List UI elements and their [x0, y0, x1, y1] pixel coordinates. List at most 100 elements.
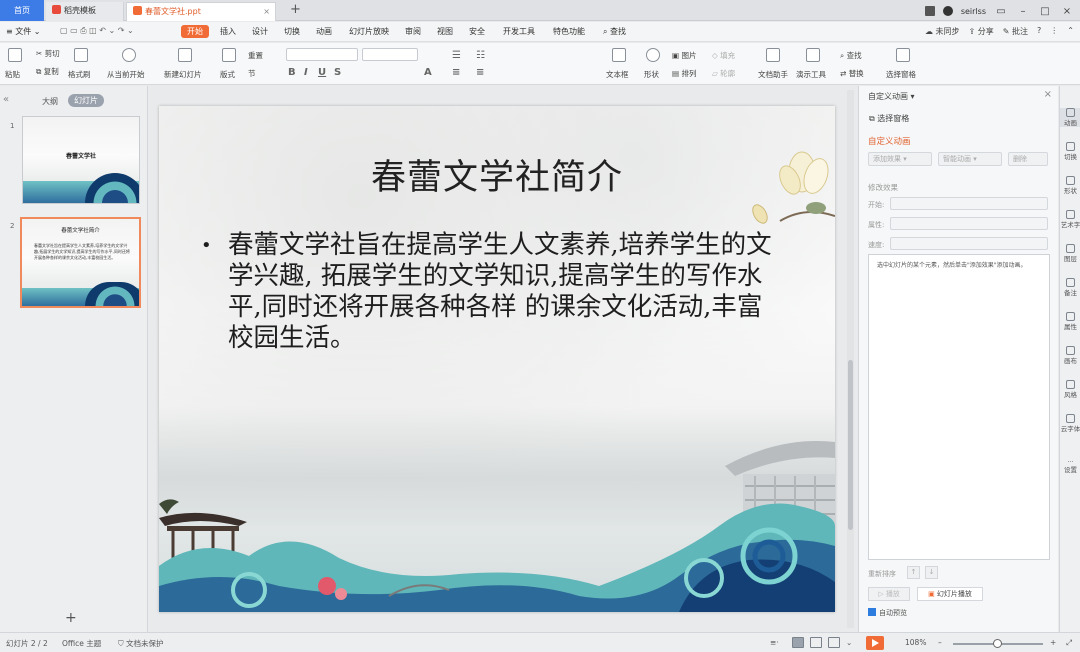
tab-outline[interactable]: 大纲 — [42, 96, 58, 107]
font-name-select[interactable] — [286, 48, 358, 61]
menu-review[interactable]: 审阅 — [405, 26, 421, 37]
move-down-icon[interactable]: ↓ — [925, 566, 938, 579]
from-current-button[interactable]: 从当前开始 — [107, 69, 145, 80]
paste-button[interactable]: 粘贴 — [5, 69, 20, 80]
select-pane-button[interactable]: 选择窗格 — [886, 69, 916, 80]
vertical-scrollbar[interactable] — [847, 90, 854, 628]
shape-icon[interactable] — [646, 48, 660, 62]
new-slide-button[interactable]: 新建幻灯片 — [164, 69, 202, 80]
find-button[interactable]: ⌕ 查找 — [840, 50, 862, 61]
bold-icon[interactable]: B — [288, 67, 296, 78]
strikethrough-icon[interactable]: S — [334, 67, 341, 78]
copy-button[interactable]: ⧉ 复制 — [36, 66, 59, 77]
menu-features[interactable]: 特色功能 — [553, 26, 585, 37]
paste-icon[interactable] — [8, 48, 22, 62]
quick-access-icons[interactable]: ▢ ▭ ⎙ ◫ ↶ ⌄ ↷ ⌄ — [60, 26, 134, 36]
textbox-icon[interactable] — [612, 48, 626, 62]
move-up-icon[interactable]: ↑ — [907, 566, 920, 579]
panel-close-icon[interactable]: × — [1044, 89, 1052, 100]
autopreview-checkbox[interactable]: 自动预览 — [868, 608, 907, 618]
property-select[interactable] — [890, 217, 1048, 230]
new-slide-icon[interactable] — [178, 48, 192, 62]
fit-window-icon[interactable]: ⤢ — [1066, 638, 1072, 648]
zoom-in-icon[interactable]: + — [1050, 638, 1056, 647]
collapse-panel-icon[interactable]: « — [3, 94, 9, 105]
fill-button[interactable]: ◇ 填充 — [712, 50, 735, 61]
reading-view-icon[interactable] — [828, 637, 840, 648]
panel-title[interactable]: 自定义动画 ▾ — [868, 91, 915, 102]
replace-button[interactable]: ⇄ 替换 — [840, 68, 864, 79]
file-menu[interactable]: ≡ 文件 ⌄ — [6, 26, 41, 37]
username[interactable]: seirlss — [961, 7, 986, 16]
layout-button[interactable]: 版式 — [220, 69, 235, 80]
align-center-icon[interactable]: ≡ — [476, 67, 484, 78]
notes-toggle-icon[interactable]: ≡· — [770, 638, 779, 647]
animation-list[interactable]: 选中幻灯片的某个元素，然后单击"添加效果"添加动画。 — [868, 254, 1050, 560]
tab-home[interactable]: 首页 — [0, 0, 44, 21]
zoom-level[interactable]: 108% — [905, 638, 926, 647]
cut-button[interactable]: ✂ 剪切 — [36, 48, 60, 59]
slide-thumbnail-1[interactable]: 春蕾文学社 — [22, 116, 140, 204]
strip-animation[interactable]: 动画 — [1060, 108, 1080, 127]
tab-close-icon[interactable]: × — [263, 3, 270, 21]
play-button[interactable]: ▷ 播放 — [868, 587, 910, 601]
underline-icon[interactable]: U — [318, 67, 326, 78]
outline-button[interactable]: ▱ 轮廓 — [712, 68, 735, 79]
menu-devtools[interactable]: 开发工具 — [503, 26, 535, 37]
slide-thumbnail-2[interactable]: 春蕾文学社简介 春蕾文学社旨在提高学生人文素养,培养学生的文学兴趣,拓展学生的文… — [20, 217, 141, 308]
section-button[interactable]: 节 — [248, 68, 256, 79]
menu-slideshow[interactable]: 幻灯片放映 — [349, 26, 389, 37]
zoom-slider-handle[interactable] — [993, 639, 1002, 648]
smart-animation-button[interactable]: 智能动画 ▾ — [938, 152, 1002, 166]
italic-icon[interactable]: I — [304, 67, 308, 78]
menu-start[interactable]: 开始 — [181, 25, 209, 38]
normal-view-icon[interactable] — [792, 637, 804, 648]
sync-button[interactable]: ☁ 未同步 — [925, 26, 960, 37]
play-slideshow-button[interactable] — [866, 636, 884, 650]
strip-style[interactable]: 风格 — [1060, 380, 1080, 399]
sorter-view-icon[interactable] — [810, 637, 822, 648]
maximize-icon[interactable]: □ — [1038, 6, 1052, 17]
numbering-icon[interactable]: ☷ — [476, 50, 485, 61]
menu-insert[interactable]: 插入 — [220, 26, 236, 37]
brush-icon[interactable] — [74, 48, 88, 62]
font-size-select[interactable] — [362, 48, 418, 61]
grid-icon[interactable] — [924, 6, 935, 16]
comment-button[interactable]: ✎ 批注 — [1003, 26, 1028, 37]
slide[interactable]: 春蕾文学社简介 • 春蕾文学社旨在提高学生人文素养,培养学生的文学兴趣, 拓展学… — [159, 106, 835, 612]
collapse-ribbon-icon[interactable]: ⌃ — [1067, 26, 1074, 37]
avatar[interactable] — [942, 6, 953, 16]
present-tools-button[interactable]: 演示工具 — [796, 69, 826, 80]
doc-helper-button[interactable]: 文档助手 — [758, 69, 788, 80]
tab-document[interactable]: 春蕾文学社.ppt × — [126, 2, 276, 21]
strip-transition[interactable]: 切换 — [1060, 142, 1080, 161]
menu-search[interactable]: ⌕ 查找 — [603, 26, 626, 37]
zoom-out-icon[interactable]: – — [938, 638, 942, 647]
slide-body-text[interactable]: • 春蕾文学社旨在提高学生人文素养,培养学生的文学兴趣, 拓展学生的文学知识,提… — [201, 230, 781, 354]
select-pane-icon[interactable] — [896, 48, 910, 62]
start-select[interactable] — [890, 197, 1048, 210]
shape-button[interactable]: 形状 — [644, 69, 659, 80]
menu-security[interactable]: 安全 — [469, 26, 485, 37]
format-painter-button[interactable]: 格式刷 — [68, 69, 91, 80]
doc-helper-icon[interactable] — [766, 48, 780, 62]
share-button[interactable]: ⇪ 分享 — [969, 26, 994, 37]
slide-title[interactable]: 春蕾文学社简介 — [159, 149, 835, 200]
arrange-button[interactable]: ▤ 排列 — [672, 68, 696, 79]
more-icon[interactable]: ⋮ — [1050, 26, 1058, 37]
font-color-icon[interactable]: A — [424, 67, 432, 78]
add-effect-button[interactable]: 添加效果 ▾ — [868, 152, 932, 166]
textbox-button[interactable]: 文本框 — [606, 69, 629, 80]
bullets-icon[interactable]: ☰ — [452, 50, 461, 61]
strip-shape[interactable]: 形状 — [1060, 176, 1080, 195]
layout-icon[interactable] — [222, 48, 236, 62]
select-pane-link[interactable]: ⧉ 选择窗格 — [869, 113, 909, 124]
add-slide-icon[interactable]: + — [65, 610, 77, 626]
restore-icon[interactable]: ▭ — [994, 6, 1008, 17]
play-from-current-icon[interactable] — [122, 48, 136, 62]
zoom-fit-dropdown-icon[interactable]: ⌄ — [846, 638, 852, 647]
menu-transition[interactable]: 切换 — [284, 26, 300, 37]
help-icon[interactable]: ? — [1037, 26, 1041, 37]
speed-select[interactable] — [890, 237, 1048, 250]
protect-status[interactable]: ⛉ 文档未保护 — [118, 638, 164, 649]
